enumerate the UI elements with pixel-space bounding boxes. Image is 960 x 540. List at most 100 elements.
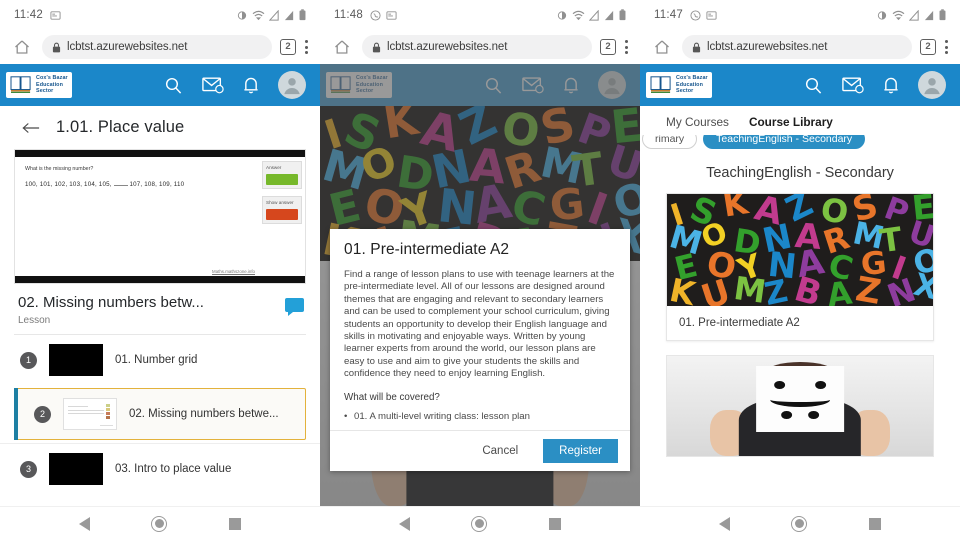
page-title: 1.01. Place value (56, 118, 185, 136)
course-card-caption: 01. Pre-intermediate A2 (679, 317, 800, 329)
dialog-subheading: What will be covered? (344, 391, 440, 403)
status-notification-icons (370, 9, 397, 21)
avatar[interactable] (918, 71, 946, 99)
document-thumbnail (63, 398, 117, 430)
home-icon[interactable] (654, 39, 670, 55)
tab-my-courses[interactable]: My Courses (666, 115, 729, 129)
register-button[interactable]: Register (543, 438, 618, 463)
android-navigation-bar (0, 506, 320, 540)
foam-letters-photo: I S K A Z O S P E M O D N A R M T U E O … (667, 194, 933, 306)
avatar[interactable] (278, 71, 306, 99)
list-item[interactable]: 3 03. Intro to place value (0, 443, 320, 494)
list-item-label: 03. Intro to place value (115, 463, 232, 475)
library-tabs: My Courses Course Library (640, 106, 960, 135)
brand-line-1: Cox's Bazar (36, 75, 68, 82)
status-notification-icons (690, 9, 717, 21)
list-item-number: 1 (20, 351, 37, 369)
tab-count-button[interactable]: 2 (920, 39, 936, 55)
lesson-content-viewer[interactable]: What is the missing number? 100, 101, 10… (14, 149, 306, 284)
back-arrow-icon[interactable] (22, 121, 40, 135)
course-card[interactable]: I S K A Z O S P E M O D N A R M T U E O … (666, 193, 934, 341)
screenshot-icon (50, 10, 61, 20)
show-answer-button[interactable] (266, 209, 298, 220)
open-book-icon (10, 76, 31, 93)
back-nav-icon[interactable] (718, 516, 730, 531)
back-nav-icon[interactable] (398, 516, 410, 531)
screenshot-icon (706, 10, 717, 20)
lock-icon (692, 42, 701, 52)
tab-count-button[interactable]: 2 (280, 39, 296, 55)
comments-icon[interactable] (285, 298, 304, 316)
lock-icon (372, 42, 381, 52)
recent-apps-nav-icon[interactable] (549, 517, 562, 530)
recent-apps-nav-icon[interactable] (229, 517, 242, 530)
home-nav-icon[interactable] (791, 515, 808, 532)
wifi-icon (572, 10, 585, 20)
dialog-title: 01. Pre-intermediate A2 (344, 241, 510, 258)
brightness-icon (877, 10, 887, 20)
battery-icon (299, 9, 306, 21)
viewer-question-area: What is the missing number? 100, 101, 10… (15, 157, 259, 276)
show-answer-card: Show answer (262, 196, 302, 224)
address-bar[interactable]: lcbtst.azurewebsites.net (362, 35, 592, 59)
back-nav-icon[interactable] (78, 516, 90, 531)
recent-apps-nav-icon[interactable] (869, 517, 882, 530)
status-time: 11:42 (14, 9, 43, 21)
brightness-icon (557, 10, 567, 20)
address-bar[interactable]: lcbtst.azurewebsites.net (42, 35, 272, 59)
list-item[interactable]: 2 02. Missing numbers betwe... (14, 387, 306, 441)
whatsapp-icon (370, 9, 381, 21)
browser-menu-button[interactable] (625, 40, 628, 54)
cancel-button[interactable]: Cancel (466, 438, 535, 463)
address-bar[interactable]: lcbtst.azurewebsites.net (682, 35, 912, 59)
battery-icon (939, 9, 946, 21)
brand-line-2: Education (36, 81, 63, 88)
section-title: TeachingEnglish - Secondary (706, 165, 894, 181)
wifi-icon (252, 10, 265, 20)
video-thumbnail (49, 453, 103, 485)
tab-course-library[interactable]: Course Library (749, 115, 833, 129)
course-card[interactable] (666, 355, 934, 457)
list-item[interactable]: 1 01. Number grid (0, 335, 320, 385)
home-nav-icon[interactable] (471, 515, 488, 532)
viewer-credit-link[interactable]: Maths.mathszone.info (212, 269, 255, 274)
course-register-dialog: 01. Pre-intermediate A2 Find a range of … (330, 229, 630, 471)
whatsapp-icon (690, 9, 701, 21)
android-navigation-bar (640, 506, 960, 540)
status-time: 11:48 (334, 9, 363, 21)
tab-count-button[interactable]: 2 (600, 39, 616, 55)
open-book-icon (650, 76, 671, 93)
lesson-meta: 02. Missing numbers betw... Lesson (0, 284, 320, 334)
list-item-number: 3 (20, 460, 37, 478)
check-answer-button[interactable] (266, 174, 298, 185)
notifications-bell-icon[interactable] (243, 76, 259, 95)
notifications-bell-icon[interactable] (883, 76, 899, 95)
signal-icon-1 (909, 9, 919, 21)
search-icon[interactable] (804, 76, 823, 95)
address-bar-url: lcbtst.azurewebsites.net (387, 41, 508, 53)
home-icon[interactable] (14, 39, 30, 55)
address-bar-url: lcbtst.azurewebsites.net (67, 41, 188, 53)
status-system-icons (556, 9, 626, 21)
user-avatar-icon (284, 78, 300, 95)
messages-icon[interactable] (202, 76, 224, 94)
brand-line-2: Education (676, 81, 703, 88)
brand-logo[interactable]: Cox's Bazar Education Sector (6, 72, 72, 98)
brightness-icon (237, 10, 247, 20)
browser-menu-button[interactable] (945, 40, 948, 54)
screenshot-stage: 11:42 lcbtst.azurewebsites.net 2 Cox's B… (0, 0, 960, 540)
course-library-page: My Courses Course Library rimary Teachin… (640, 106, 960, 506)
home-nav-icon[interactable] (151, 515, 168, 532)
brand-logo[interactable]: Cox's Bazar Education Sector (646, 72, 712, 98)
list-item-number: 2 (34, 405, 51, 423)
list-item-label: 02. Missing numbers betwe... (129, 408, 279, 420)
phone-screenshot-1: 11:42 lcbtst.azurewebsites.net 2 Cox's B… (0, 0, 320, 540)
course-card-image (667, 356, 933, 456)
messages-icon[interactable] (842, 76, 864, 94)
lesson-header: 1.01. Place value (0, 106, 320, 147)
brand-line-3: Sector (676, 88, 694, 95)
browser-menu-button[interactable] (305, 40, 308, 54)
home-icon[interactable] (334, 39, 350, 55)
viewer-side-panel: Answer Show answer (259, 157, 305, 276)
search-icon[interactable] (164, 76, 183, 95)
